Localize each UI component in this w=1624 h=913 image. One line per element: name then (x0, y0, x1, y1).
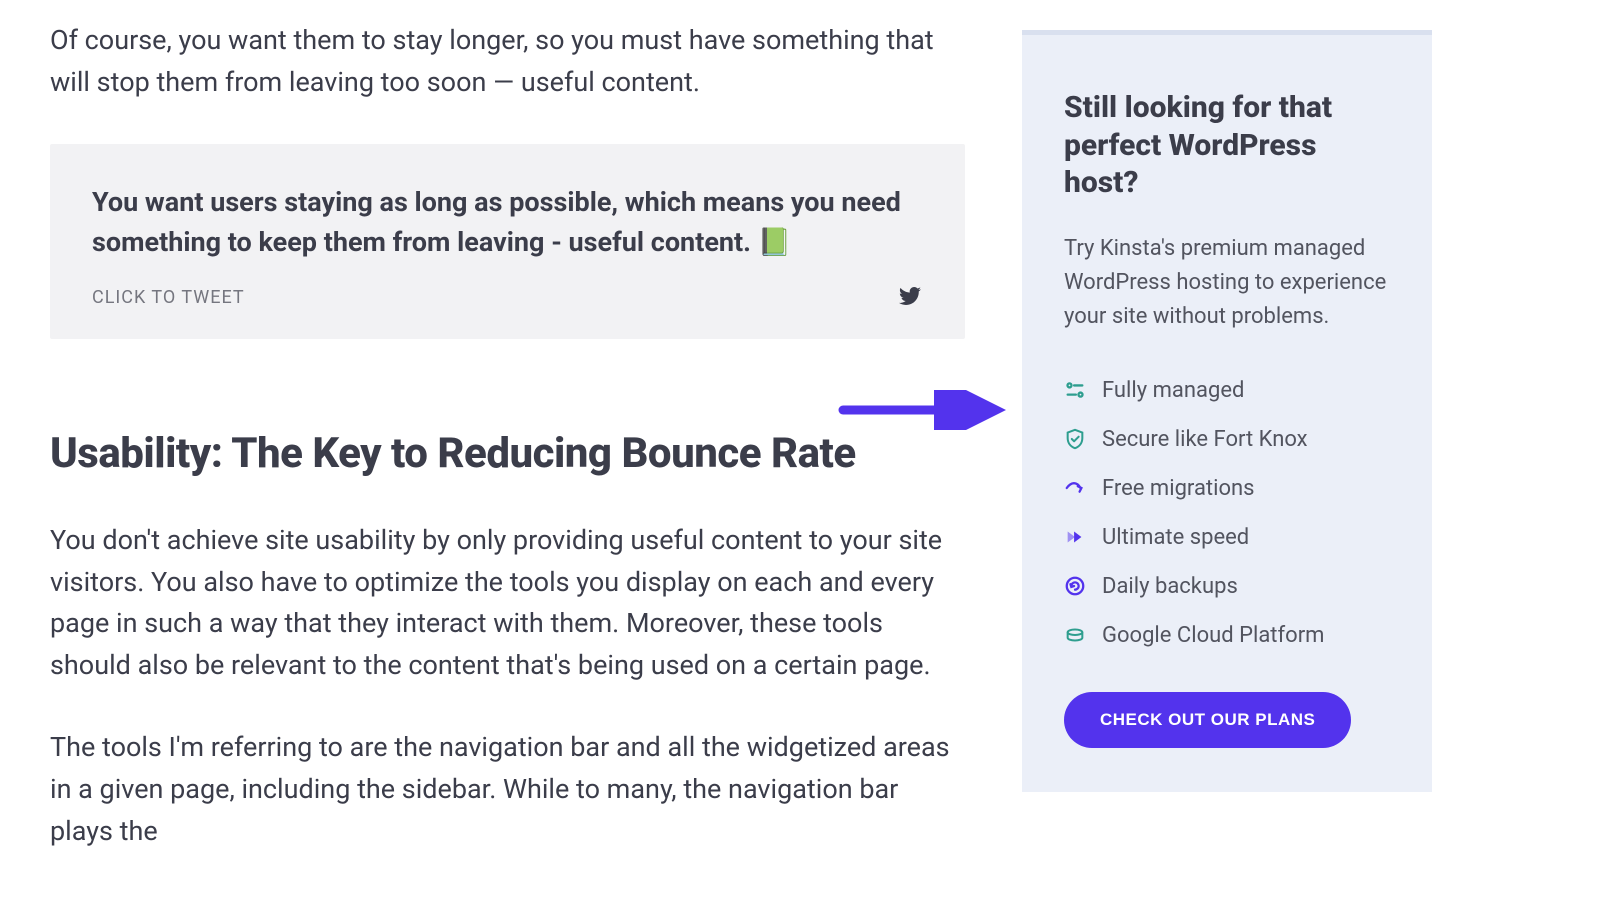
feature-item-secure: Secure like Fort Knox (1064, 427, 1396, 452)
body-paragraph-1: You don't achieve site usability by only… (50, 520, 965, 687)
shield-icon (1064, 428, 1086, 450)
speed-icon (1064, 526, 1086, 548)
managed-icon (1064, 379, 1086, 401)
feature-label: Free migrations (1102, 476, 1255, 501)
tweet-cta-label[interactable]: CLICK TO TWEET (92, 287, 245, 308)
feature-item-backups: Daily backups (1064, 574, 1396, 599)
section-heading-usability: Usability: The Key to Reducing Bounce Ra… (50, 429, 965, 478)
feature-label: Fully managed (1102, 378, 1244, 403)
feature-item-speed: Ultimate speed (1064, 525, 1396, 550)
twitter-icon[interactable] (897, 285, 923, 311)
promo-sidebar: Still looking for that perfect WordPress… (1022, 30, 1432, 792)
feature-label: Ultimate speed (1102, 525, 1249, 550)
intro-paragraph: Of course, you want them to stay longer,… (50, 20, 965, 104)
feature-item-migrations: Free migrations (1064, 476, 1396, 501)
tweet-footer: CLICK TO TWEET (92, 285, 923, 311)
backup-icon (1064, 575, 1086, 597)
article-main: Of course, you want them to stay longer,… (50, 20, 965, 893)
feature-label: Google Cloud Platform (1102, 623, 1324, 648)
body-paragraph-2: The tools I'm referring to are the navig… (50, 727, 965, 853)
feature-label: Secure like Fort Knox (1102, 427, 1308, 452)
click-to-tweet-box[interactable]: You want users staying as long as possib… (50, 144, 965, 339)
cloud-icon (1064, 624, 1086, 646)
check-plans-button[interactable]: CHECK OUT OUR PLANS (1064, 692, 1351, 748)
sidebar-heading: Still looking for that perfect WordPress… (1064, 89, 1396, 202)
feature-label: Daily backups (1102, 574, 1238, 599)
migration-icon (1064, 477, 1086, 499)
feature-item-managed: Fully managed (1064, 378, 1396, 403)
sidebar-paragraph: Try Kinsta's premium managed WordPress h… (1064, 232, 1396, 334)
sidebar-feature-list: Fully managed Secure like Fort Knox Free… (1064, 378, 1396, 648)
feature-item-cloud: Google Cloud Platform (1064, 623, 1396, 648)
tweet-quote: You want users staying as long as possib… (92, 182, 923, 263)
tweet-quote-text: You want users staying as long as possib… (92, 186, 901, 259)
